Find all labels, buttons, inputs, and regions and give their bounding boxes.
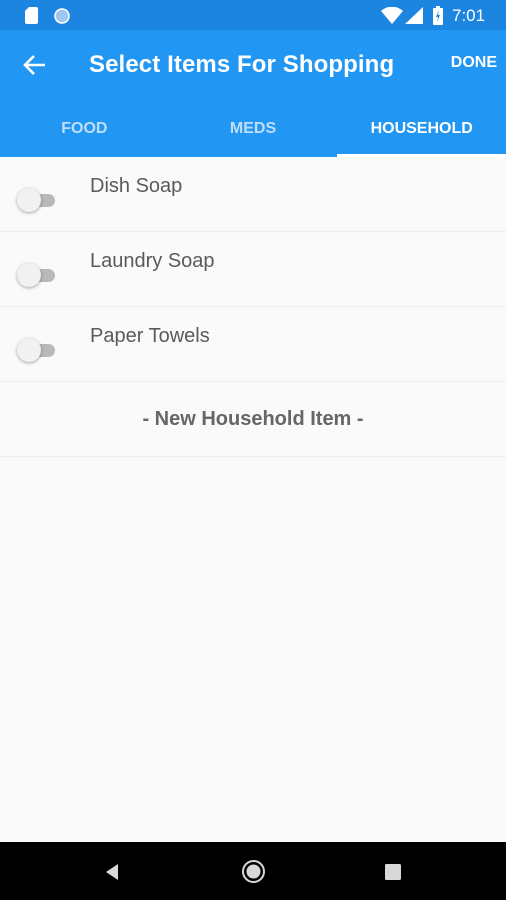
status-time: 7:01 bbox=[452, 6, 486, 25]
done-button[interactable]: DONE bbox=[451, 54, 497, 72]
nav-home-icon[interactable] bbox=[241, 859, 266, 884]
list-item: Laundry Soap bbox=[0, 232, 506, 307]
item-label: Paper Towels bbox=[90, 325, 210, 347]
nav-recent-icon[interactable] bbox=[384, 863, 402, 881]
item-toggle[interactable] bbox=[17, 338, 57, 362]
navigation-bar bbox=[0, 842, 506, 900]
wifi-icon bbox=[381, 7, 403, 24]
battery-icon bbox=[433, 6, 443, 25]
tab-household[interactable]: HOUSEHOLD bbox=[337, 100, 506, 157]
page-title: Select Items For Shopping bbox=[89, 51, 395, 78]
new-item-button[interactable]: - New Household Item - bbox=[0, 382, 506, 457]
tab-food[interactable]: FOOD bbox=[0, 100, 169, 157]
sd-card-icon bbox=[25, 7, 38, 24]
list-item: Dish Soap bbox=[0, 157, 506, 232]
list-item: Paper Towels bbox=[0, 307, 506, 382]
item-toggle[interactable] bbox=[17, 263, 57, 287]
signal-icon bbox=[405, 7, 423, 24]
nav-back-icon[interactable] bbox=[102, 861, 124, 883]
tab-meds[interactable]: MEDS bbox=[169, 100, 338, 157]
circle-icon bbox=[54, 8, 70, 24]
arrow-left-icon bbox=[23, 55, 45, 75]
item-label: Laundry Soap bbox=[90, 250, 215, 272]
tab-bar: FOOD MEDS HOUSEHOLD bbox=[0, 100, 506, 157]
new-item-label: - New Household Item - bbox=[142, 407, 364, 430]
item-list: Dish Soap Laundry Soap Paper Towels - Ne… bbox=[0, 157, 506, 457]
item-toggle[interactable] bbox=[17, 188, 57, 212]
item-label: Dish Soap bbox=[90, 175, 183, 197]
back-button[interactable] bbox=[14, 45, 54, 85]
status-bar: 7:01 bbox=[0, 0, 506, 30]
app-bar: Select Items For Shopping DONE bbox=[0, 30, 506, 100]
